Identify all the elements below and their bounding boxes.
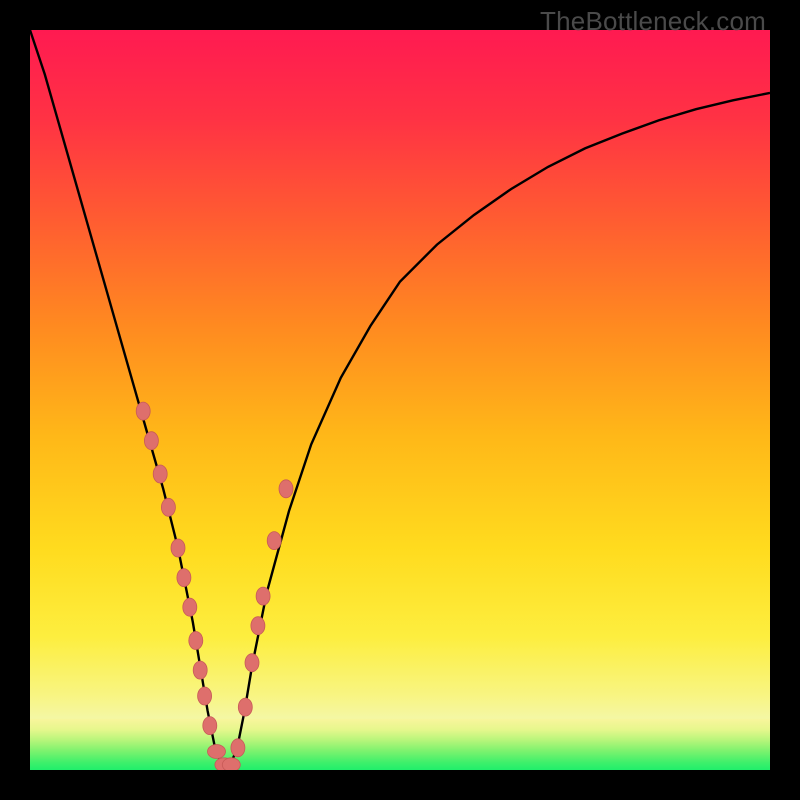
plot-area	[30, 30, 770, 770]
bottleneck-curve	[30, 30, 770, 766]
chart-svg	[30, 30, 770, 770]
chart-frame: TheBottleneck.com	[0, 0, 800, 800]
watermark-text: TheBottleneck.com	[540, 6, 766, 37]
